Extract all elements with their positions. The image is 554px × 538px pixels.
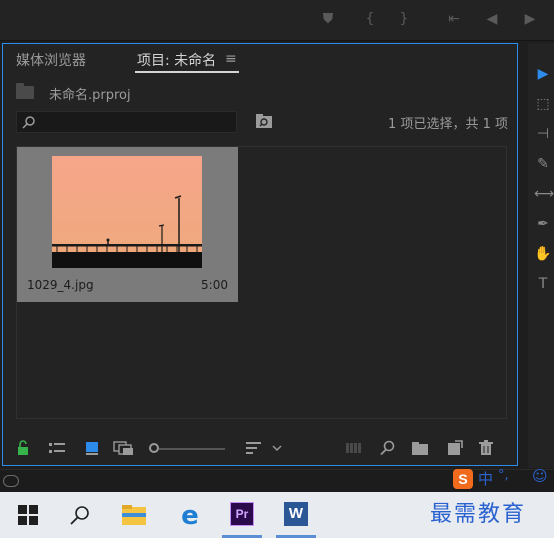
folder-icon — [16, 83, 34, 99]
slip-tool-icon[interactable]: ⟷ — [534, 185, 554, 203]
find-icon[interactable] — [379, 440, 397, 456]
premiere-pro-button[interactable]: Pr — [218, 492, 266, 538]
file-explorer-button[interactable] — [110, 492, 158, 538]
icon-view-icon[interactable] — [83, 440, 101, 456]
start-button[interactable] — [4, 492, 52, 538]
clip-thumbnail[interactable]: 1029_4.jpg 5:00 — [17, 147, 238, 302]
chevron-down-icon[interactable] — [271, 440, 283, 456]
clip-name: 1029_4.jpg — [27, 278, 94, 292]
list-view-icon[interactable] — [48, 440, 66, 456]
new-bin-icon[interactable] — [411, 440, 429, 456]
tab-project[interactable]: 项目: 未命名 — [137, 50, 216, 70]
track-select-tool-icon[interactable]: ⬚ — [534, 95, 552, 113]
clip-preview-image — [52, 156, 202, 268]
premiere-pro-icon: Pr — [230, 502, 254, 526]
svg-text:S: S — [458, 471, 467, 487]
windows-logo-icon — [18, 505, 38, 525]
search-input[interactable] — [16, 111, 237, 133]
word-icon: W — [284, 502, 308, 526]
watermark-logo: 最需教育 — [430, 502, 527, 527]
ime-emoji-icon[interactable]: ☺ — [532, 467, 548, 485]
type-tool-icon[interactable]: T — [534, 275, 552, 293]
trash-icon[interactable] — [477, 440, 495, 456]
razor-tool-icon[interactable]: ✎ — [534, 155, 552, 173]
new-search-bin-icon[interactable] — [255, 114, 273, 130]
step-back-icon[interactable]: ◀ — [482, 10, 502, 28]
play-icon[interactable]: ▶ — [520, 10, 540, 28]
clip-duration: 5:00 — [201, 278, 228, 292]
new-item-icon[interactable] — [446, 440, 464, 456]
automate-to-sequence-icon — [346, 443, 361, 453]
hand-tool-icon[interactable]: ✋ — [534, 245, 552, 263]
ime-punct-label: °, — [498, 468, 509, 483]
panel-menu-icon[interactable]: ≡ — [225, 51, 237, 67]
zoom-slider-handle[interactable] — [149, 443, 159, 453]
zoom-slider-track[interactable] — [159, 448, 225, 450]
lock-icon[interactable] — [16, 440, 30, 456]
folder-icon — [122, 505, 146, 525]
ime-mode-label: 中 — [478, 470, 494, 488]
mark-out-icon[interactable]: } — [394, 10, 414, 28]
mark-in-icon[interactable]: { — [360, 10, 380, 28]
top-transport-bar: ⛊ { } ⇤ ◀ ▶ — [0, 0, 554, 41]
taskbar-search-button[interactable] — [56, 492, 104, 538]
sogou-icon: S — [453, 469, 473, 489]
active-tab-underline — [135, 71, 239, 73]
search-icon — [70, 506, 89, 525]
creative-cloud-icon[interactable] — [3, 475, 19, 487]
bin-content-area: 1029_4.jpg 5:00 — [16, 146, 507, 419]
search-icon — [22, 116, 35, 129]
edge-button[interactable]: e — [166, 492, 214, 538]
pen-tool-icon[interactable]: ✒ — [534, 215, 552, 233]
add-marker-icon[interactable]: ⛊ — [318, 10, 338, 28]
tools-panel: ▶ ⬚ ⊣ ✎ ⟷ ✒ ✋ T — [528, 43, 554, 468]
freeform-view-icon[interactable] — [113, 440, 135, 456]
word-button[interactable]: W — [272, 492, 320, 538]
edge-icon: e — [181, 502, 199, 528]
sort-icons-icon[interactable] — [245, 440, 263, 456]
svg-text:e: e — [181, 502, 199, 528]
tab-media-browser[interactable]: 媒体浏览器 — [16, 50, 86, 70]
selection-tool-icon[interactable]: ▶ — [534, 65, 552, 83]
selection-status: 1 项已选择，共 1 项 — [388, 117, 508, 132]
ripple-edit-tool-icon[interactable]: ⊣ — [534, 125, 552, 143]
go-to-in-icon[interactable]: ⇤ — [444, 10, 464, 28]
project-file-name: 未命名.prproj — [49, 88, 131, 103]
project-panel: 媒体浏览器 项目: 未命名 ≡ 未命名.prproj 1 项已选择，共 1 项 — [2, 43, 518, 466]
